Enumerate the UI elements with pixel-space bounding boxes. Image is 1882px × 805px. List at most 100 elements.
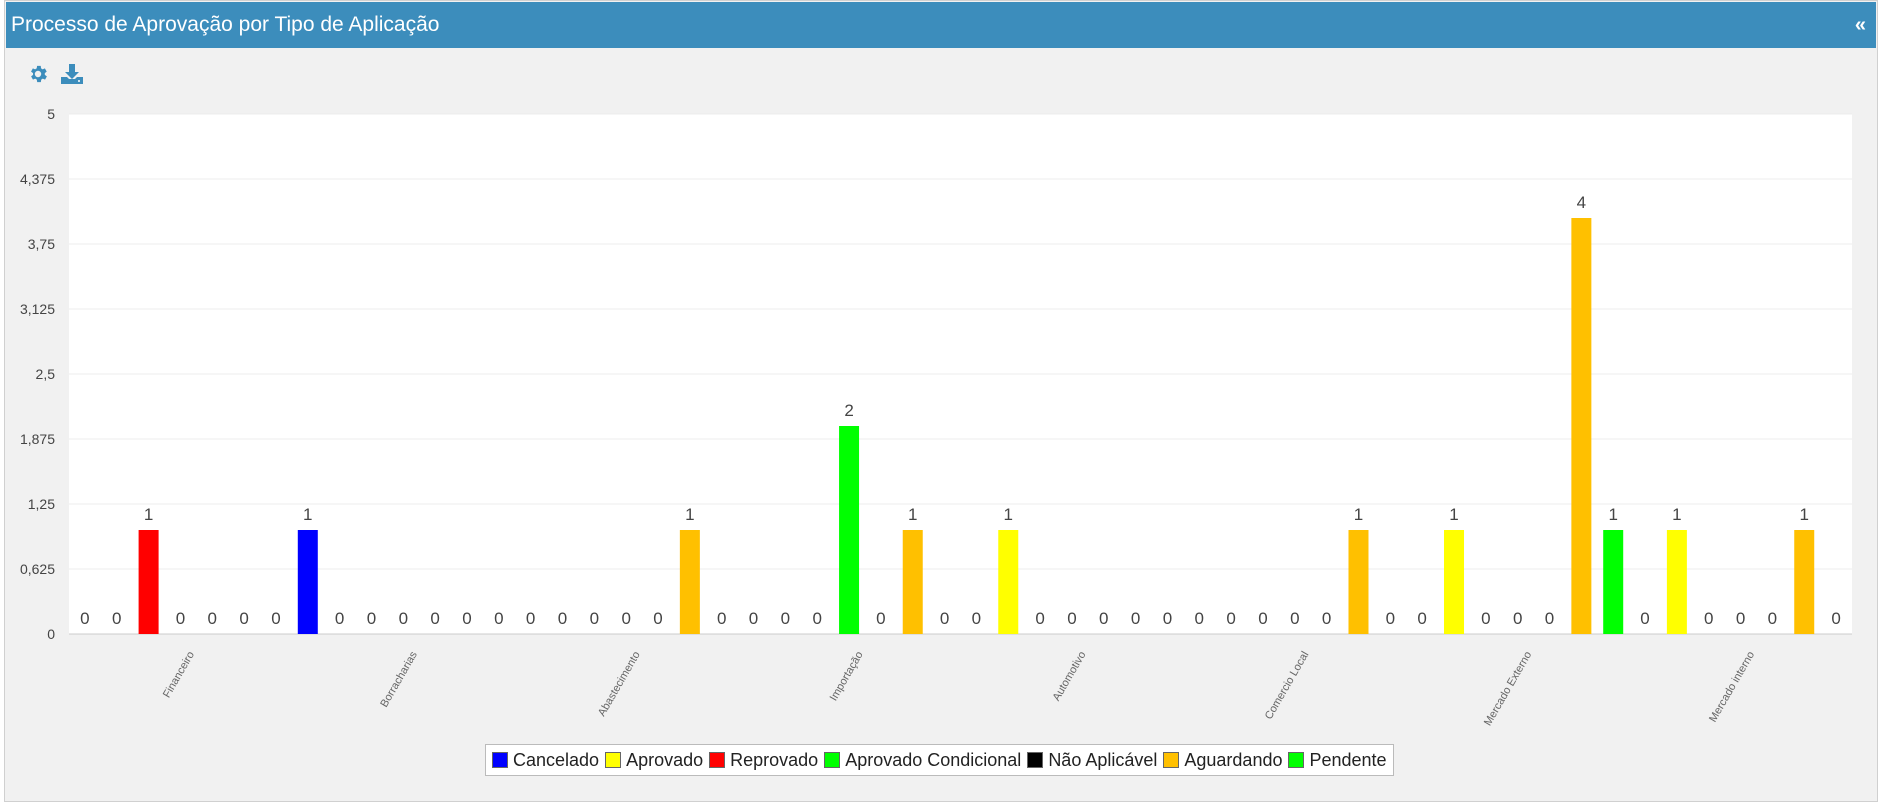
data-label: 0: [494, 609, 503, 628]
data-label: 0: [208, 609, 217, 628]
data-label: 0: [430, 609, 439, 628]
bar: [1666, 530, 1687, 634]
legend-item[interactable]: Aprovado: [605, 750, 703, 771]
data-label: 0: [590, 609, 599, 628]
legend-label: Pendente: [1309, 749, 1387, 770]
data-label: 1: [1354, 505, 1363, 524]
legend-swatch: [824, 752, 841, 768]
legend-label: Reprovado: [730, 749, 819, 770]
legend-item[interactable]: Aguardando: [1163, 750, 1282, 771]
data-label: 0: [1481, 609, 1490, 628]
category-label: Abastecimento: [596, 650, 643, 719]
data-label: 0: [1258, 609, 1267, 628]
data-label: 0: [1099, 609, 1108, 628]
category-label: Mercado interno: [1707, 650, 1757, 725]
legend-swatch: [1027, 752, 1044, 768]
data-label: 0: [812, 609, 821, 628]
category-label: Borracharias: [378, 649, 420, 709]
bar: [1348, 530, 1369, 634]
data-label: 0: [335, 609, 344, 628]
legend-swatch: [709, 752, 726, 768]
data-label: 0: [749, 609, 758, 628]
data-label: 0: [1768, 609, 1777, 628]
bar: [998, 530, 1019, 634]
data-label: 0: [526, 609, 535, 628]
bar: [839, 426, 860, 634]
data-label: 0: [1513, 609, 1522, 628]
legend-swatch: [492, 752, 508, 768]
bar: [902, 530, 923, 634]
legend-item[interactable]: Aprovado Condicional: [824, 750, 1021, 771]
data-label: 0: [1545, 609, 1554, 628]
data-label: 0: [653, 609, 662, 628]
category-label: Comercio Local: [1263, 650, 1312, 722]
y-tick-label: 0: [47, 626, 55, 642]
y-tick-label: 5: [47, 106, 55, 122]
category-label: Importação: [828, 650, 866, 704]
data-label: 0: [1195, 609, 1204, 628]
legend-item[interactable]: Reprovado: [709, 750, 818, 771]
data-label: 0: [876, 609, 885, 628]
legend-item[interactable]: Pendente: [1288, 749, 1387, 771]
bar: [679, 530, 700, 634]
data-label: 0: [176, 609, 185, 628]
data-label: 0: [1322, 609, 1331, 628]
bar: [297, 530, 318, 634]
data-label: 0: [1290, 609, 1299, 628]
bar: [138, 530, 159, 634]
data-label: 0: [558, 609, 567, 628]
data-label: 0: [239, 609, 248, 628]
y-tick-label: 1,875: [20, 431, 55, 447]
data-label: 0: [1736, 609, 1745, 628]
legend-item[interactable]: Cancelado: [492, 750, 599, 771]
y-tick-label: 1,25: [28, 496, 55, 512]
data-label: 0: [80, 609, 89, 628]
data-label: 1: [1004, 505, 1013, 524]
data-label: 0: [1131, 609, 1140, 628]
data-label: 0: [399, 609, 408, 628]
legend-label: Cancelado: [513, 749, 600, 770]
chart-legend: Cancelado Aprovado Reprovado Aprovado Condi…: [485, 744, 1394, 776]
y-tick-label: 0,625: [20, 561, 55, 577]
legend-label: Aprovado Condicional: [845, 749, 1022, 770]
bar: [1794, 530, 1815, 634]
data-label: 0: [1704, 609, 1713, 628]
data-label: 0: [1226, 609, 1235, 628]
category-label: Mercado Externo: [1482, 650, 1534, 729]
data-label: 1: [144, 505, 153, 524]
y-tick-label: 4,375: [20, 171, 55, 187]
data-label: 0: [1417, 609, 1426, 628]
data-label: 0: [462, 609, 471, 628]
data-label: 1: [1608, 505, 1617, 524]
data-label: 0: [940, 609, 949, 628]
data-label: 0: [1386, 609, 1395, 628]
data-label: 0: [112, 609, 121, 628]
data-label: 0: [1163, 609, 1172, 628]
bar: [1571, 218, 1592, 634]
bar: [1603, 530, 1624, 634]
legend-label: Não Aplicável: [1048, 749, 1158, 770]
legend-swatch: [1288, 752, 1305, 768]
category-label: Financeiro: [161, 650, 197, 700]
data-label: 0: [781, 609, 790, 628]
data-label: 2: [844, 401, 853, 420]
legend-swatch: [605, 752, 622, 768]
y-tick-label: 2,5: [36, 366, 56, 382]
data-label: 1: [1800, 505, 1809, 524]
data-label: 1: [908, 505, 917, 524]
legend-item[interactable]: Não Aplicável: [1027, 750, 1157, 771]
data-label: 0: [972, 609, 981, 628]
legend-label: Aprovado: [626, 749, 704, 770]
data-label: 0: [1640, 609, 1649, 628]
data-label: 0: [367, 609, 376, 628]
data-label: 0: [1035, 609, 1044, 628]
y-tick-label: 3,75: [28, 236, 55, 252]
data-label: 0: [621, 609, 630, 628]
legend-swatch: [1163, 752, 1180, 768]
data-label: 0: [271, 609, 280, 628]
data-label: 0: [1831, 609, 1840, 628]
y-tick-label: 3,125: [20, 301, 55, 317]
category-label: Automotivo: [1051, 650, 1089, 704]
bar: [1444, 530, 1465, 634]
data-label: 1: [685, 505, 694, 524]
